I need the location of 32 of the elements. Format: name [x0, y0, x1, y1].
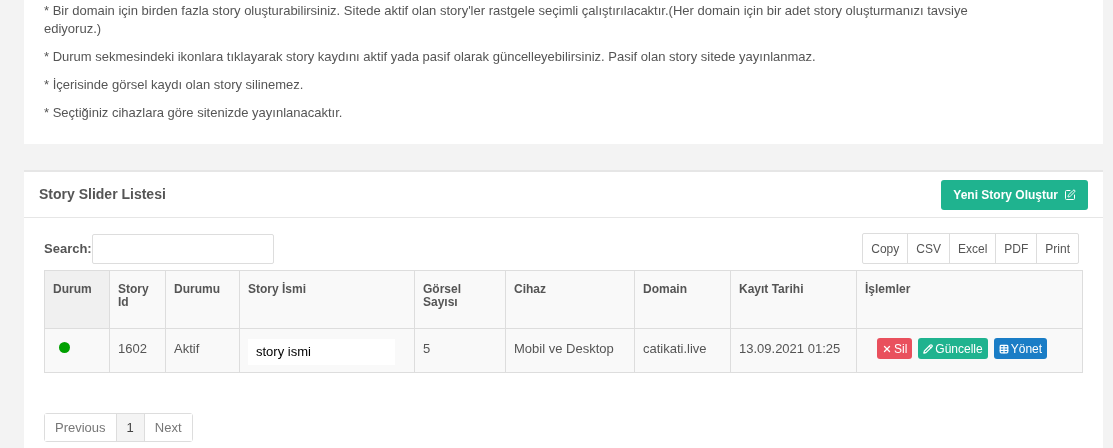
column-header[interactable]: Story İsmi — [248, 283, 406, 296]
note-text: * Bir domain için birden fazla story oluşturabilirsiniz. Sitede aktif olan story'ler rastgele seçimli çalıştırılacaktır.(Her domain için bir adet story oluşturmanızı tavsiye ediyoruz.) — [44, 2, 969, 38]
page-button[interactable]: Next — [143, 414, 192, 441]
column-header[interactable]: Kayıt Tarihi — [739, 283, 848, 296]
table-icon — [998, 343, 1009, 354]
table-cell: 5 — [423, 341, 431, 356]
note-text: * Seçtiğiniz cihazlara göre sitenizde yayınlanacaktır. — [44, 104, 344, 122]
export-button[interactable]: Excel — [948, 234, 996, 263]
export-button[interactable]: PDF — [995, 234, 1037, 263]
close-icon — [882, 343, 892, 354]
export-button[interactable]: CSV — [907, 234, 949, 263]
table-cell: 13.09.2021 01:25 — [739, 341, 841, 356]
panel-title: Story Slider Listesi — [39, 185, 166, 204]
column-header[interactable]: Domain — [643, 283, 722, 296]
note-text: * İçerisinde görsel kaydı olan story silinemez. — [44, 76, 305, 94]
search-field[interactable] — [91, 233, 274, 264]
table-cell: 1602 — [118, 341, 147, 356]
pencil-icon — [923, 343, 934, 354]
export-button[interactable]: Copy — [863, 234, 908, 263]
manage-button[interactable]: Yönet — [993, 338, 1048, 359]
page-button[interactable]: 1 — [115, 414, 144, 441]
table-cell: Mobil ve Desktop — [514, 341, 614, 356]
table-cell: Aktif — [174, 341, 200, 356]
table-cell: catikati.live — [643, 341, 707, 356]
column-header[interactable]: Cihaz — [514, 283, 626, 296]
column-header[interactable]: Durumu — [174, 283, 231, 296]
search-label: Search: — [44, 239, 92, 258]
column-header[interactable]: Durum — [53, 283, 101, 296]
delete-button[interactable]: Sil — [877, 338, 913, 359]
edit-icon — [1064, 188, 1076, 201]
note-text: * Durum sekmesindeki ikonlara tıklayarak story kaydını aktif yada pasif olarak güncelleyebilirsiniz. Pasif olan story sitede yayınlanmaz. — [44, 48, 817, 66]
export-button[interactable]: Print — [1036, 234, 1078, 263]
